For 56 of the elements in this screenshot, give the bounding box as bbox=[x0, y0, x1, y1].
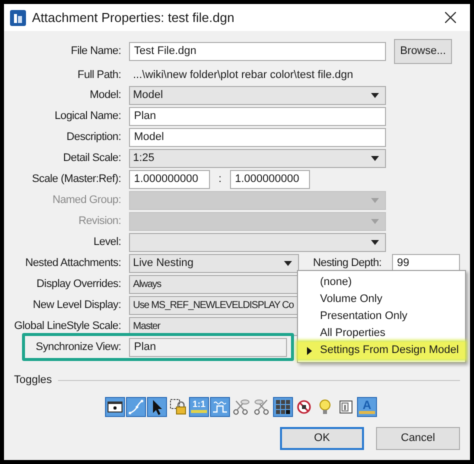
ok-button[interactable]: OK bbox=[280, 426, 364, 450]
field-label: Detail Scale: bbox=[63, 151, 121, 166]
close-icon bbox=[445, 12, 456, 23]
field-label: Nested Attachments: bbox=[25, 256, 121, 272]
group-title: Toggles bbox=[14, 373, 52, 388]
cancel-button[interactable]: Cancel bbox=[376, 426, 460, 450]
dropdown-arrow-icon bbox=[371, 219, 379, 224]
window-title: Attachment Properties: test file.dgn bbox=[32, 8, 234, 27]
dropdown-arrow-icon bbox=[371, 240, 379, 245]
field-label: Display Overrides: bbox=[36, 277, 121, 292]
text-field[interactable]: Test File.dgn bbox=[129, 42, 386, 61]
dropdown-arrow-icon bbox=[371, 198, 379, 203]
toggle-button[interactable] bbox=[210, 396, 230, 416]
path-text: ...\wiki\new folder\plot rebar color\test file.dgn bbox=[132, 68, 354, 81]
field-label: Nesting Depth: bbox=[313, 256, 383, 272]
field-label: Description: bbox=[66, 130, 121, 146]
text-field[interactable]: Plan bbox=[129, 338, 287, 357]
curve-icon bbox=[127, 398, 145, 416]
text-field[interactable]: Model bbox=[129, 128, 386, 147]
field-label: Revision: bbox=[78, 214, 121, 230]
dropdown-arrow-icon bbox=[371, 156, 379, 161]
text-field[interactable]: 1.000000000 bbox=[230, 170, 310, 189]
document-icon bbox=[337, 398, 355, 416]
toggle-button[interactable] bbox=[126, 396, 146, 416]
text-field[interactable]: Plan bbox=[129, 107, 386, 126]
pointer-triangle-icon bbox=[306, 346, 312, 354]
field-label: Logical Name: bbox=[54, 109, 121, 124]
scissors-icon bbox=[253, 398, 271, 416]
field-label: Full Path: bbox=[78, 68, 121, 83]
field-label: Named Group: bbox=[52, 193, 121, 208]
toggle-button[interactable] bbox=[168, 396, 188, 416]
toggle-button[interactable] bbox=[273, 396, 293, 416]
field-label: Global LineStyle Scale: bbox=[14, 319, 121, 334]
grid-icon bbox=[274, 398, 292, 416]
app-icon bbox=[10, 10, 26, 26]
dropdown[interactable]: Live Nesting bbox=[129, 254, 299, 273]
field-label: Model: bbox=[90, 88, 121, 104]
no-symbol-icon bbox=[295, 398, 313, 416]
field-label: File Name: bbox=[70, 44, 121, 60]
dropdown[interactable]: Model bbox=[129, 86, 386, 105]
toggle-button[interactable] bbox=[147, 396, 167, 416]
field-label: New Level Display: bbox=[32, 298, 121, 314]
scissors-icon bbox=[232, 398, 250, 416]
lock-icon bbox=[169, 398, 187, 416]
toggle-button[interactable] bbox=[105, 396, 125, 416]
browse-button[interactable]: Browse... bbox=[394, 39, 452, 64]
field-label: Synchronize View: bbox=[36, 340, 121, 356]
field-label: Level: bbox=[93, 235, 121, 250]
field-label: Scale (Master:Ref): bbox=[32, 172, 121, 188]
dropdown-arrow-icon bbox=[371, 93, 379, 98]
dropdown-arrow-icon bbox=[284, 261, 292, 266]
text-field[interactable]: 1.000000000 bbox=[129, 170, 210, 189]
dropdown[interactable]: 1:25 bbox=[129, 149, 386, 168]
menu-item[interactable]: Settings From Design Model bbox=[298, 342, 465, 359]
ratio-separator: : bbox=[217, 172, 223, 188]
toggle-button[interactable] bbox=[231, 396, 251, 416]
